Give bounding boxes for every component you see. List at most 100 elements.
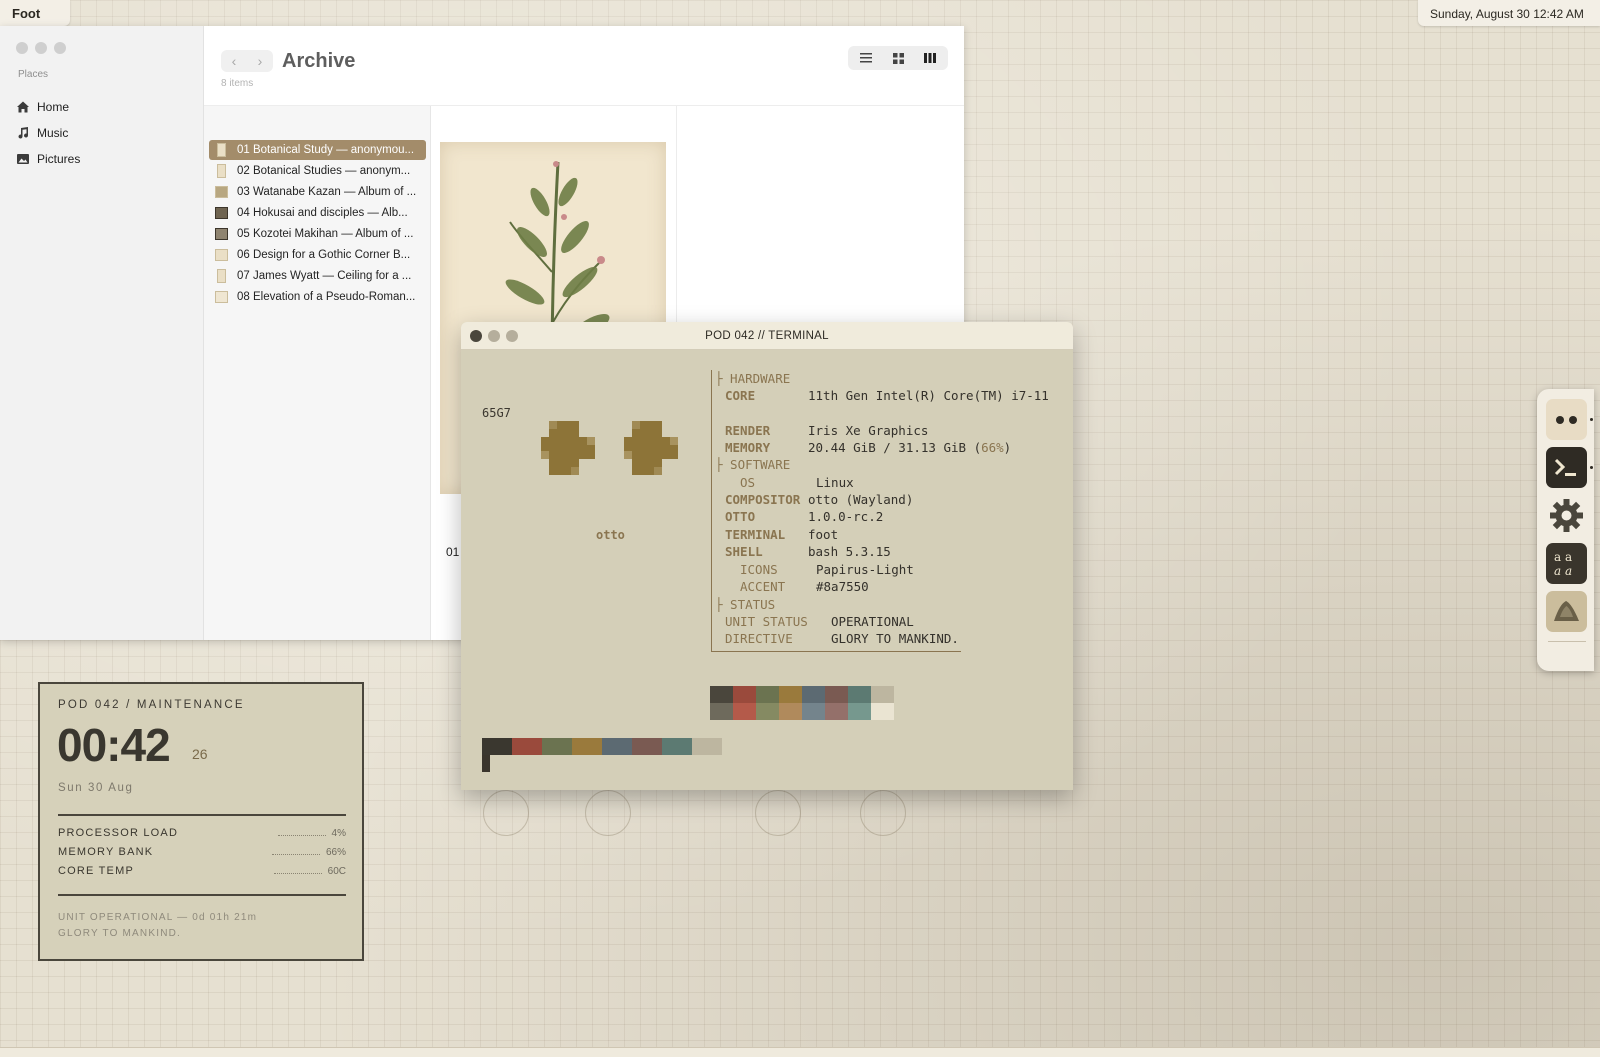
file-row[interactable]: 06 Design for a Gothic Corner B...: [209, 245, 426, 265]
dot-leader: [273, 868, 322, 874]
color-swatch: [802, 686, 825, 703]
app-dock: a aa a: [1537, 389, 1594, 671]
forward-button[interactable]: ›: [247, 50, 273, 72]
widget-clock: 00:42: [57, 719, 171, 771]
file-row[interactable]: 04 Hokusai and disciples — Alb...: [209, 203, 426, 223]
info-key: UNIT STATUS: [725, 614, 808, 629]
info-key: ICONS: [740, 562, 778, 577]
left-eye-icon: [541, 421, 595, 475]
sidebar-item-label: Pictures: [37, 152, 81, 166]
widget-title: POD 042 / MAINTENANCE: [58, 699, 245, 711]
dot-leader: [271, 849, 320, 855]
image-viewer-icon[interactable]: [1546, 591, 1587, 632]
svg-text:a a: a a: [1554, 564, 1572, 578]
color-swatch: [602, 738, 632, 755]
color-swatch: [848, 703, 871, 720]
section-status: ├ STATUS: [715, 597, 776, 612]
info-value: otto (Wayland): [808, 492, 914, 507]
list-view-icon[interactable]: [850, 48, 882, 68]
color-swatch: [572, 738, 602, 755]
divider: [58, 814, 346, 816]
info-value: Papirus-Light: [816, 562, 914, 577]
file-name: 05 Kozotei Makihan — Album of ...: [237, 228, 414, 240]
file-name: 06 Design for a Gothic Corner B...: [237, 249, 411, 261]
terminal-titlebar[interactable]: POD 042 // TERMINAL: [461, 322, 1073, 350]
window-controls: [16, 42, 66, 54]
sidebar-item-music[interactable]: Music: [16, 120, 80, 146]
color-swatch: [825, 686, 848, 703]
folder-title: Archive: [282, 50, 356, 72]
bottom-edge: [0, 1047, 1600, 1057]
info-key: MEMORY: [725, 440, 771, 455]
stat-label: MEMORY BANK: [58, 846, 154, 858]
memory-usage: 20.44 GiB / 31.13 GiB (: [808, 440, 982, 455]
topbar-clock[interactable]: Sunday, August 30 12:42 AM: [1418, 0, 1600, 26]
section-hardware: ├ HARDWARE: [715, 371, 791, 386]
close-button[interactable]: [16, 42, 28, 54]
color-swatch: [779, 703, 802, 720]
color-swatch: [871, 686, 894, 703]
stat-memory-bank: MEMORY BANK 66%: [58, 846, 346, 858]
color-swatch: [632, 738, 662, 755]
file-name: 07 James Wyatt — Ceiling for a ...: [237, 270, 412, 282]
maximize-button[interactable]: [54, 42, 66, 54]
color-swatch: [733, 703, 756, 720]
file-row[interactable]: 02 Botanical Studies — anonym...: [209, 161, 426, 181]
info-value: bash 5.3.15: [808, 544, 891, 559]
terminal-title: POD 042 // TERMINAL: [705, 330, 829, 342]
sidebar-item-home[interactable]: Home: [16, 94, 80, 120]
file-name: 02 Botanical Studies — anonym...: [237, 165, 411, 177]
info-key: SHELL: [725, 544, 763, 559]
font-viewer-icon[interactable]: a aa a: [1546, 543, 1587, 584]
color-swatch: [512, 738, 542, 755]
info-key: CORE: [725, 388, 756, 403]
file-row[interactable]: 07 James Wyatt — Ceiling for a ...: [209, 266, 426, 286]
color-swatch: [756, 686, 779, 703]
view-mode-switcher: [848, 46, 948, 70]
otto-eyes-icon[interactable]: [1546, 399, 1587, 440]
unit-id: 65G7: [482, 406, 511, 420]
stat-processor-load: PROCESSOR LOAD 4%: [58, 827, 346, 839]
settings-gear-icon[interactable]: [1546, 495, 1587, 536]
color-swatch: [802, 703, 825, 720]
color-swatch: [825, 703, 848, 720]
color-swatch: [756, 703, 779, 720]
right-eye-icon: [624, 421, 678, 475]
directive-line: GLORY TO MANKIND.: [58, 928, 182, 939]
column-view-icon[interactable]: [914, 48, 946, 68]
info-key: COMPOSITOR: [725, 492, 801, 507]
file-row[interactable]: 03 Watanabe Kazan — Album of ...: [209, 182, 426, 202]
file-name: 04 Hokusai and disciples — Alb...: [237, 207, 408, 219]
sidebar-item-label: Home: [37, 100, 70, 114]
grid-view-icon[interactable]: [882, 48, 914, 68]
color-swatch: [710, 703, 733, 720]
color-swatch: [848, 686, 871, 703]
file-row[interactable]: 08 Elevation of a Pseudo-Roman...: [209, 287, 426, 307]
info-key: OS: [740, 475, 756, 490]
svg-text:a a: a a: [1554, 550, 1572, 564]
info-value: GLORY TO MANKIND.: [831, 631, 959, 646]
file-row[interactable]: 01 Botanical Study — anonymou...: [209, 140, 426, 160]
info-key: DIRECTIVE: [725, 631, 793, 646]
color-swatch: [662, 738, 692, 755]
file-row[interactable]: 05 Kozotei Makihan — Album of ...: [209, 224, 426, 244]
color-palette: [710, 686, 894, 720]
file-thumbnail: [217, 164, 226, 178]
stat-value: 66%: [325, 846, 346, 858]
color-swatch: [733, 686, 756, 703]
terminal-icon[interactable]: [1546, 447, 1587, 488]
back-button[interactable]: ‹: [221, 50, 247, 72]
section-software: ├ SOFTWARE: [715, 457, 791, 472]
memory-percent: 66%: [981, 440, 1004, 455]
sidebar-item-pictures[interactable]: Pictures: [16, 146, 80, 172]
divider: [58, 894, 346, 896]
info-value: 1.0.0-rc.2: [808, 509, 884, 524]
prompt-color-bar: [482, 738, 722, 755]
file-list-column: 01 Botanical Study — anonymou... 02 Bota…: [204, 106, 431, 640]
active-app-label[interactable]: Foot: [0, 0, 70, 26]
widget-seconds: 26: [192, 746, 208, 762]
minimize-button[interactable]: [35, 42, 47, 54]
terminal-window[interactable]: POD 042 // TERMINAL 65G7 otto ├ HARDWARE…: [461, 322, 1073, 790]
stat-core-temp: CORE TEMP 60C: [58, 865, 346, 877]
file-name: 01 Botanical Study — anonymou...: [237, 144, 415, 156]
